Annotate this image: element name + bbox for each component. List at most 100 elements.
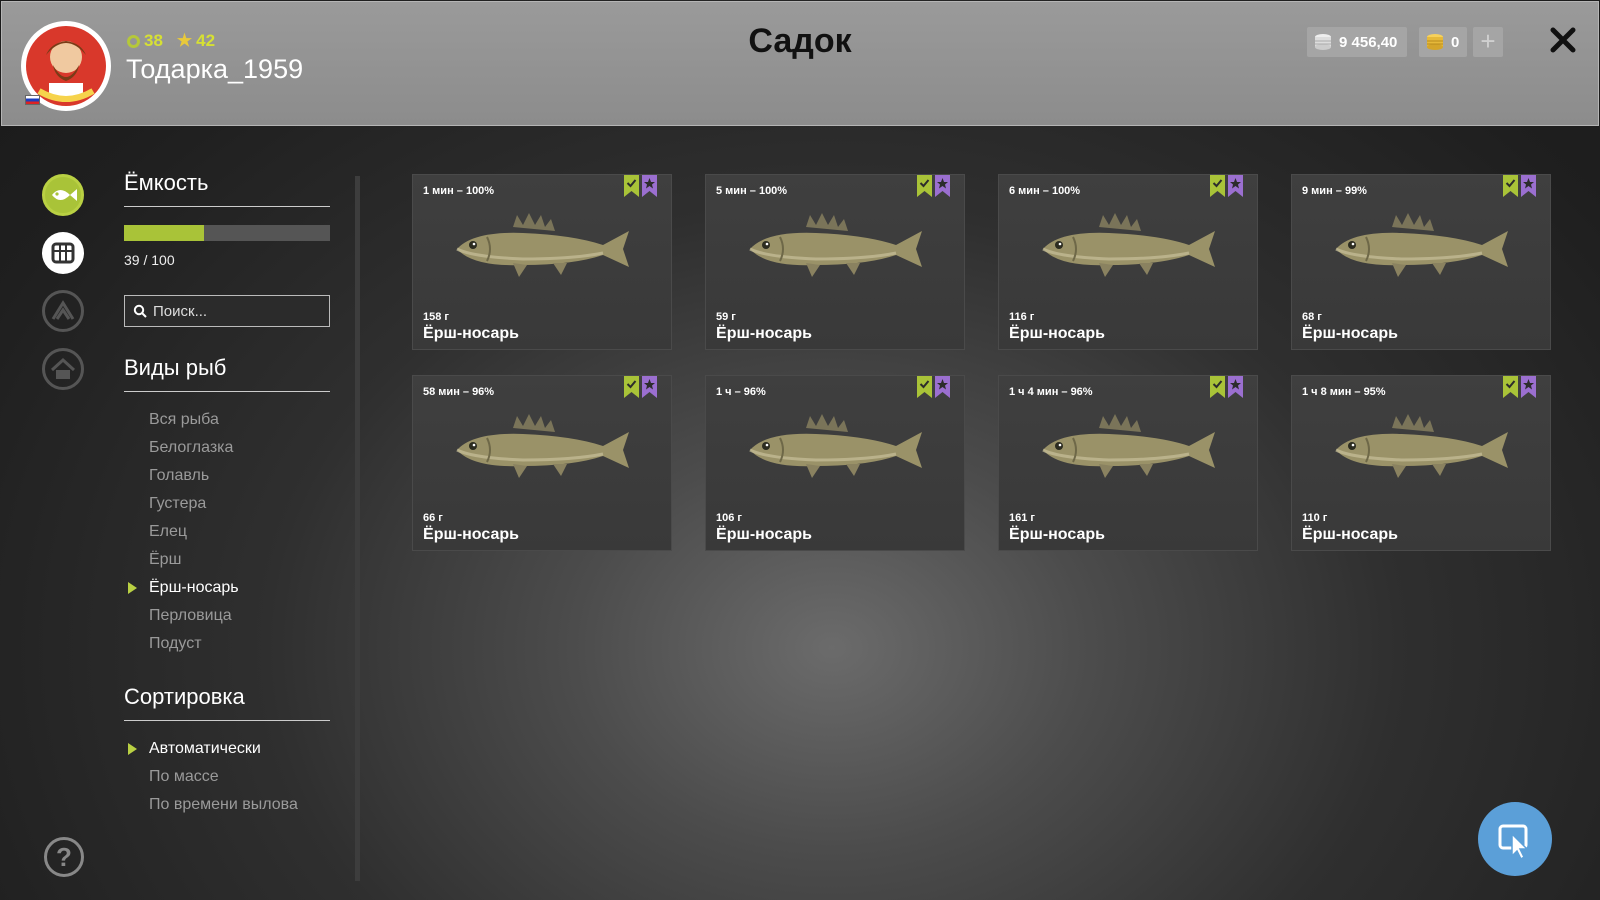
star-bookmark-icon[interactable] [935,376,950,398]
fish-marks [1210,175,1243,197]
capacity-bar-fill [124,225,205,241]
star-bookmark-icon[interactable] [642,376,657,398]
sort-option-label: По времени вылова [149,796,298,813]
fish-catch-time: 1 ч 4 мин – 96% [1009,386,1093,398]
ruffe-fish-icon [749,414,922,478]
country-flag-icon [25,95,40,105]
fish-weight: 110 г [1302,512,1328,524]
fish-card[interactable]: 1 ч 8 мин – 95% 110 г Ёрш-носарь [1291,375,1551,551]
species-item[interactable]: Ёрш-носарь [124,574,330,602]
species-item[interactable]: Подуст [124,630,330,658]
star-bookmark-icon[interactable] [1521,376,1536,398]
check-bookmark-icon[interactable] [1210,175,1225,197]
fish-weight: 106 г [716,512,742,524]
check-bookmark-icon[interactable] [624,175,639,197]
species-item-label: Перловица [149,607,232,624]
sort-option[interactable]: Автоматически [124,735,330,763]
star-bookmark-icon[interactable] [642,175,657,197]
species-item[interactable]: Ёрш [124,546,330,574]
fish-catch-time: 1 мин – 100% [423,185,495,197]
species-item[interactable]: Вся рыба [124,406,330,434]
fish-weight: 116 г [1009,311,1035,323]
species-item-label: Вся рыба [149,411,219,428]
check-bookmark-icon[interactable] [917,175,932,197]
fish-card[interactable]: 1 ч – 96% 106 г Ёрш-носарь [705,375,965,551]
species-item-label: Голавль [149,467,210,484]
star-bookmark-icon[interactable] [1228,376,1243,398]
fish-name: Ёрш-носарь [423,325,519,342]
check-bookmark-icon[interactable] [624,376,639,398]
search-icon [133,304,147,318]
fish-marks [1210,376,1243,398]
fish-marks [624,175,657,197]
fish-weight: 161 г [1009,512,1035,524]
fish-card[interactable]: 5 мин – 100% 59 г Ёрш-носарь [705,174,965,350]
capacity-title: Ёмкость [124,170,330,207]
help-icon[interactable]: ? [44,837,84,877]
fish-marks [917,376,950,398]
capacity-bar [124,225,330,241]
check-bookmark-icon[interactable] [1503,175,1518,197]
species-item[interactable]: Густера [124,490,330,518]
fish-name: Ёрш-носарь [1009,325,1105,342]
capacity-label: 39 / 100 [124,252,175,268]
fish-name: Ёрш-носарь [716,526,812,543]
species-item[interactable]: Голавль [124,462,330,490]
check-bookmark-icon[interactable] [1503,376,1518,398]
fish-icon[interactable] [42,174,84,216]
close-icon[interactable] [1545,22,1581,58]
species-item-label: Ёрш [149,551,182,568]
fish-catch-time: 1 ч – 96% [716,386,766,398]
header-bar: 38 ★ 42 Тодарка_1959 Садок 9 456,40 0 + [1,1,1599,126]
species-item[interactable]: Елец [124,518,330,546]
cursor-mode-button[interactable] [1478,802,1552,876]
species-list: Вся рыба Белоглазка Голавль Густера Елец Ёрш Ё… [124,406,330,658]
fish-catch-time: 1 ч 8 мин – 95% [1302,386,1386,398]
fish-card[interactable]: 58 мин – 96% 66 г Ёрш-носарь [412,375,672,551]
sort-option[interactable]: По времени вылова [124,791,330,819]
fish-marks [1503,175,1536,197]
fish-grid: 1 мин – 100% 158 г Ёрш-носарь 5 мин – 10… [412,174,1551,551]
fish-weight: 68 г [1302,311,1322,323]
gold-balance[interactable]: 0 [1419,27,1468,57]
fish-catch-time: 6 мин – 100% [1009,185,1081,197]
fish-card[interactable]: 1 мин – 100% 158 г Ёрш-носарь [412,174,672,350]
check-bookmark-icon[interactable] [1210,376,1225,398]
selected-arrow-icon [128,582,137,594]
add-gold-button[interactable]: + [1473,27,1503,57]
fish-name: Ёрш-носарь [1302,325,1398,342]
keepnet-icon[interactable] [42,232,84,274]
species-item[interactable]: Перловица [124,602,330,630]
sidebar-divider [355,176,360,881]
star-bookmark-icon[interactable] [1521,175,1536,197]
ruffe-fish-icon [1042,414,1215,478]
silver-balance[interactable]: 9 456,40 [1307,27,1408,57]
fish-card[interactable]: 6 мин – 100% 116 г Ёрш-носарь [998,174,1258,350]
star-bookmark-icon[interactable] [935,175,950,197]
gold-value: 0 [1451,33,1460,51]
search-box[interactable] [124,295,330,327]
fish-name: Ёрш-носарь [423,526,519,543]
fish-card[interactable]: 1 ч 4 мин – 96% 161 г Ёрш-носарь [998,375,1258,551]
sort-option-label: По массе [149,768,219,785]
selected-arrow-icon [128,743,137,755]
upgrade-icon[interactable] [42,290,84,332]
sorting-title: Сортировка [124,684,330,721]
species-item-label: Подуст [149,635,202,652]
silver-coins-icon [1315,34,1331,50]
check-bookmark-icon[interactable] [917,376,932,398]
species-item[interactable]: Белоглазка [124,434,330,462]
sort-option[interactable]: По массе [124,763,330,791]
ruffe-fish-icon [456,213,629,277]
home-icon[interactable] [42,348,84,390]
fish-card[interactable]: 9 мин – 99% 68 г Ёрш-носарь [1291,174,1551,350]
cursor-icon [1498,824,1529,861]
species-item-label: Елец [149,523,188,540]
search-input[interactable] [153,302,313,320]
ruffe-fish-icon [749,213,922,277]
fish-catch-time: 5 мин – 100% [716,185,788,197]
fish-name: Ёрш-носарь [716,325,812,342]
ruffe-fish-icon [1042,213,1215,277]
silver-value: 9 456,40 [1339,33,1398,51]
star-bookmark-icon[interactable] [1228,175,1243,197]
